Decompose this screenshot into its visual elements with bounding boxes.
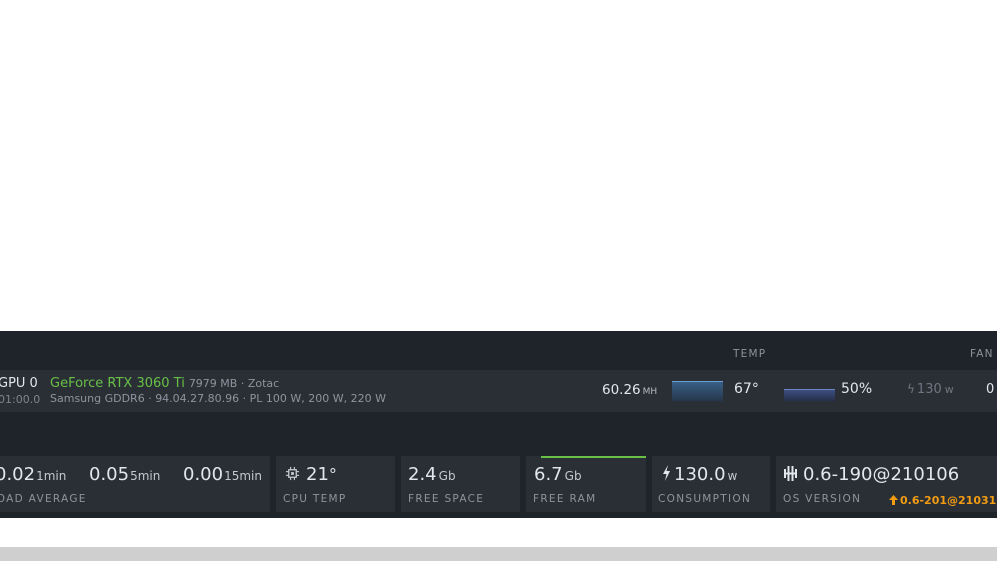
arrow-up-icon [889,495,898,505]
load-average-card: 0.021min 0.055min 0.0015min LOAD AVERAGE [0,456,270,512]
lightning-bolt-icon: ϟ [907,382,915,396]
gpu-bus-id: 01:00.0 [0,393,41,406]
gpu-power: ϟ 130 w [907,382,954,397]
column-header-fan: FAN [970,348,994,360]
gpu-details: Samsung GDDR6 · 94.04.27.80.96 · PL 100 … [50,392,386,405]
temp-sparkline [672,381,723,401]
column-header-temp: TEMP [733,348,767,360]
load-average-label: LOAD AVERAGE [0,493,87,505]
cpu-temp-label: CPU TEMP [283,493,347,505]
free-ram-bar [541,456,646,458]
free-space-label: FREE SPACE [408,493,485,505]
horizontal-scrollbar[interactable] [0,547,997,561]
lightning-bolt-icon [662,465,671,481]
os-logo-icon [784,466,797,481]
os-version-card: 0.6-190@210106 OS VERSION 0.6-201@210316 [776,456,997,512]
gpu-fan: 50% [841,381,873,397]
gpu-index: GPU 0 [0,376,38,391]
os-update-link[interactable]: 0.6-201@210316 [889,494,997,507]
gpu-row[interactable]: GPU 0 01:00.0 GeForce RTX 3060 Ti 7979 MB… [0,370,997,412]
free-ram-label: FREE RAM [533,493,597,505]
consumption-label: CONSUMPTION [658,493,752,505]
os-version-label: OS VERSION [783,493,862,505]
gpu-name-line: GeForce RTX 3060 Ti 7979 MB · Zotac [50,376,279,391]
cpu-chip-icon [285,466,300,481]
power-unit: w [944,383,954,396]
load-5min: 0.055min [89,464,161,485]
gpu-model: GeForce RTX 3060 Ti [50,376,185,391]
gpu-hashrate: 60.26 MH [602,382,657,398]
consumption-value: 130.0 w [662,464,737,485]
cpu-temp-card: 21° CPU TEMP [276,456,395,512]
workers-panel: TEMP FAN GPU 0 01:00.0 GeForce RTX 3060 … [0,331,997,518]
load-15min: 0.0015min [183,464,262,485]
free-ram-card: 6.7 Gb FREE RAM [526,456,646,512]
gpu-temp: 67° [734,381,759,397]
hashrate-value: 60.26 [602,382,641,398]
load-1min: 0.021min [0,464,67,485]
power-value: 130 [916,382,942,397]
fan-sparkline [784,389,835,401]
cpu-temp-value: 21° [285,464,337,485]
gpu-memory: 7979 MB · Zotac [188,377,280,390]
consumption-card: 130.0 w CONSUMPTION [652,456,770,512]
free-space-value: 2.4 Gb [408,464,456,485]
gpu-fan-rpm: 0 [986,382,995,397]
hashrate-unit: MH [642,387,658,397]
free-ram-value: 6.7 Gb [534,464,582,485]
free-space-card: 2.4 Gb FREE SPACE [401,456,520,512]
os-version-value: 0.6-190@210106 [784,464,959,485]
